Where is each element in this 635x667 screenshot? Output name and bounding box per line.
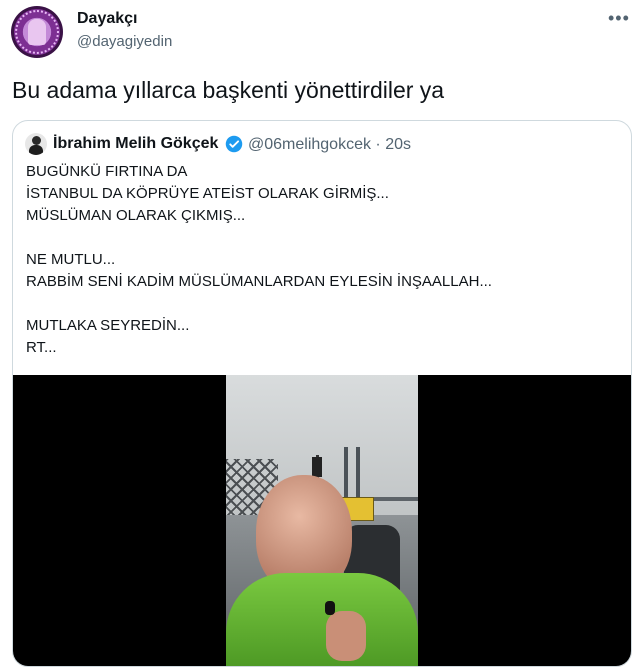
avatar-body [29, 145, 43, 155]
video-frame [226, 375, 418, 666]
avatar-figure [28, 19, 46, 45]
quoted-text-line: MUTLAKA SEYREDİN... [26, 317, 190, 334]
quoted-handle-time[interactable]: @06melihgokcek · 20s [248, 136, 411, 154]
avatar-head [32, 136, 41, 145]
tweet: Dayakçı @dayagiyedin ••• Bu adama yıllar… [0, 0, 635, 667]
author-avatar[interactable] [11, 6, 63, 58]
quoted-tweet[interactable]: İbrahim Melih Gökçek @06melihgokcek · 20… [12, 120, 632, 667]
quoted-text-line: BUGÜNKÜ FIRTINA DA [26, 163, 188, 180]
author-display-name[interactable]: Dayakçı [77, 10, 138, 28]
author-handle[interactable]: @dayagiyedin [77, 33, 172, 50]
quoted-author-name[interactable]: İbrahim Melih Gökçek [53, 135, 218, 153]
quoted-text-line: RABBİM SENİ KADİM MÜSLÜMANLARDAN EYLESİN… [26, 273, 492, 290]
person-jacket [226, 573, 418, 666]
quoted-text-line: İSTANBUL DA KÖPRÜYE ATEİST OLARAK GİRMİŞ… [26, 185, 389, 202]
more-horizontal-icon[interactable]: ••• [608, 8, 630, 29]
quoted-video[interactable] [13, 375, 631, 666]
person-hand [326, 611, 366, 661]
quoted-author-avatar[interactable] [25, 133, 47, 155]
traffic-light [312, 457, 322, 477]
quoted-text-line: NE MUTLU... [26, 251, 116, 268]
quoted-text-line: MÜSLÜMAN OLARAK ÇIKMIŞ... [26, 207, 246, 224]
tweet-text: Bu adama yıllarca başkenti yönettirdiler… [12, 77, 445, 103]
verified-badge-icon [225, 135, 243, 153]
lapel-mic [325, 601, 335, 615]
quoted-text-line: RT... [26, 339, 57, 356]
